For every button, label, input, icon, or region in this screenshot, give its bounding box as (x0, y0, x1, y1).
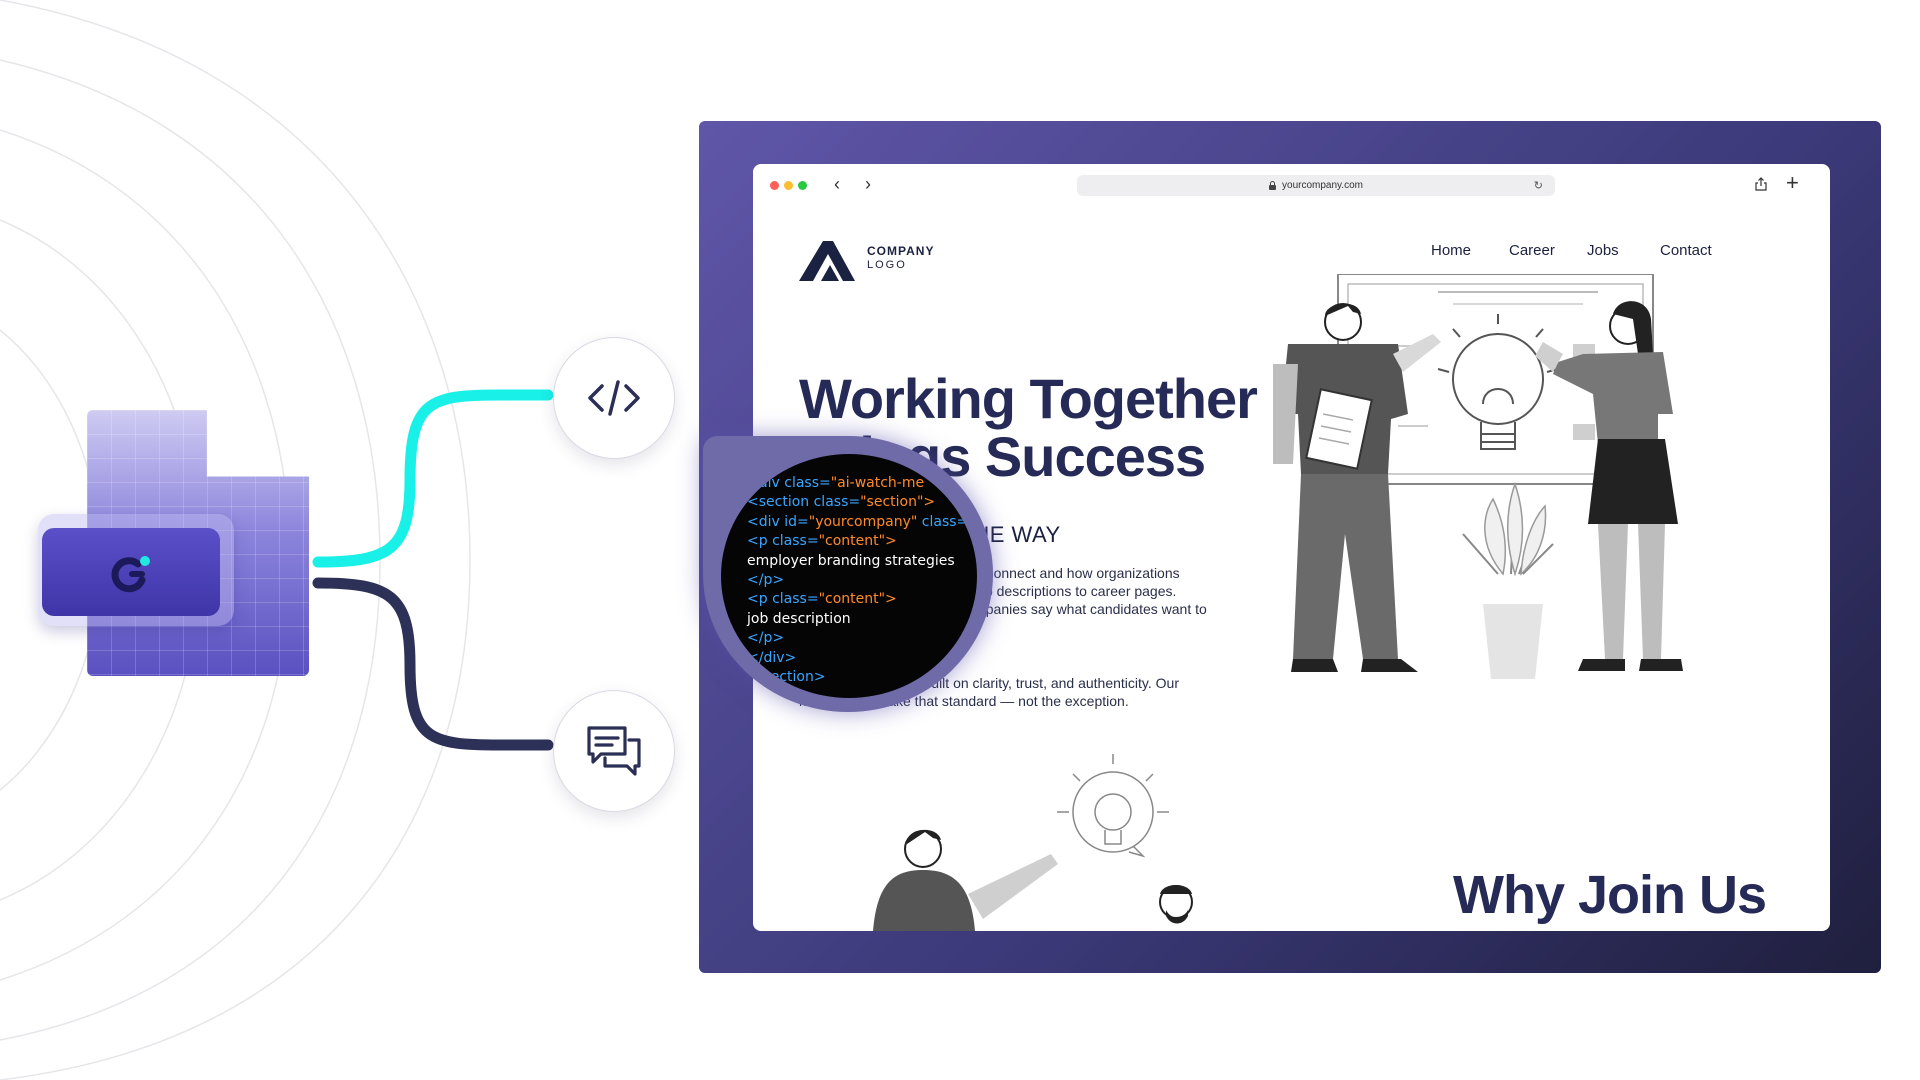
code-button[interactable] (553, 337, 675, 459)
idea-bubble-icon (1057, 754, 1169, 858)
close-window-dot[interactable] (770, 181, 779, 190)
browser-toolbar: ‹ › yourcompany.com ↻ + (753, 164, 1830, 206)
nav-jobs[interactable]: Jobs (1587, 242, 1619, 259)
logo-line1: COMPANY (867, 244, 935, 258)
url-text: yourcompany.com (1282, 180, 1363, 191)
person-bottom-right (1159, 885, 1193, 924)
code-token: job description (747, 610, 851, 627)
reload-icon[interactable]: ↻ (1534, 179, 1543, 192)
code-token: </p> (747, 630, 785, 647)
logo-line2: LOGO (867, 259, 907, 271)
plant-figure (1462, 481, 1554, 679)
code-brackets-icon (588, 380, 640, 416)
code-token: "section"> (860, 494, 936, 511)
lock-icon (1269, 181, 1277, 190)
share-icon[interactable] (1755, 177, 1767, 191)
code-line: </section> (747, 668, 977, 687)
code-line: <div class="ai-watch-me (747, 474, 977, 493)
magnifier-lens: <div class="ai-watch-me <section class="s… (721, 454, 977, 698)
code-snippet: <div class="ai-watch-me <section class="s… (747, 474, 977, 687)
back-arrow-icon[interactable]: ‹ (834, 174, 840, 194)
code-token: class= (917, 513, 969, 530)
person-bottom-left (873, 829, 1058, 931)
forward-arrow-icon[interactable]: › (865, 174, 871, 194)
code-line: <section class="section"> (747, 493, 977, 512)
app-logo-icon (111, 556, 150, 593)
code-magnifier: <div class="ai-watch-me <section class="s… (703, 436, 993, 712)
app-chip[interactable] (42, 528, 220, 616)
minimize-window-dot[interactable] (784, 181, 793, 190)
man-figure (1273, 303, 1441, 672)
connector-cyan (312, 389, 554, 568)
company-logo-text[interactable]: COMPANY LOGO (867, 244, 934, 271)
code-token: </p> (747, 572, 785, 589)
code-token: </div> (747, 649, 797, 666)
maximize-window-dot[interactable] (798, 181, 807, 190)
hero-title-line1: Working Together (799, 367, 1258, 430)
code-token: <section class= (747, 494, 861, 511)
address-bar[interactable]: yourcompany.com ↻ (1077, 175, 1555, 196)
code-line: employer branding strategies (747, 552, 977, 571)
chat-bubbles-icon (587, 726, 641, 776)
code-token: </section> (747, 669, 826, 686)
why-join-us-title: Why Join Us (1453, 865, 1767, 925)
code-line: <p class="content"> (747, 590, 977, 609)
code-token: "yourcompany" (808, 513, 918, 530)
code-token: employer branding strategies (747, 552, 955, 569)
nav-home[interactable]: Home (1431, 242, 1471, 259)
code-token: "content"> (818, 591, 897, 608)
woman-figure (1535, 301, 1683, 671)
code-line: job description (747, 610, 977, 629)
code-token: <div class= (747, 475, 831, 491)
code-line: <p class="content"> (747, 532, 977, 551)
new-tab-plus-icon[interactable]: + (1786, 171, 1799, 195)
code-token: <p class= (747, 591, 819, 608)
bottom-illustration (873, 754, 1193, 931)
code-token: "content"> (818, 533, 897, 550)
teamwork-illustration (1273, 274, 1683, 679)
code-token: "ai-watch-me (830, 475, 925, 491)
code-line: </div> (747, 649, 977, 668)
nav-contact[interactable]: Contact (1660, 242, 1712, 259)
nav-career[interactable]: Career (1509, 242, 1555, 259)
code-token: <div id= (747, 513, 809, 530)
code-line: </p> (747, 629, 977, 648)
company-logo-icon (799, 241, 855, 281)
chat-button[interactable] (553, 690, 675, 812)
code-line: <div id="yourcompany" class= (747, 513, 977, 532)
code-line: </p> (747, 571, 977, 590)
code-token: <p class= (747, 533, 819, 550)
connector-navy (312, 577, 554, 751)
